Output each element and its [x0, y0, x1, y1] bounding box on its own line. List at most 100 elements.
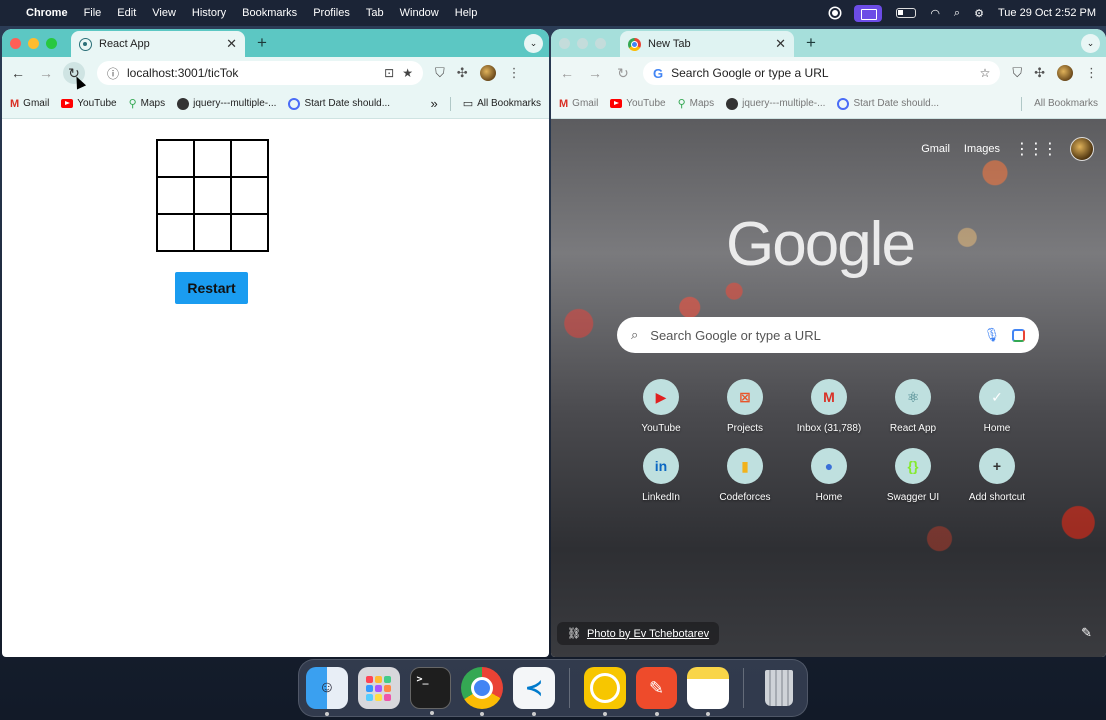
bookmark-maps[interactable]: ⚲ Maps [678, 97, 715, 110]
control-center-icon[interactable]: ⚙ [974, 7, 984, 20]
shortcut-tile[interactable]: + Add shortcut [955, 448, 1039, 503]
tab-react-app[interactable]: React App ✕ [71, 31, 245, 57]
board-cell-6[interactable] [157, 214, 194, 251]
bookmark-youtube[interactable]: YouTube [61, 98, 117, 109]
new-tab-button[interactable]: + [806, 33, 816, 53]
more-bookmarks-chevron-icon[interactable]: » [430, 96, 437, 111]
menu-help[interactable]: Help [455, 7, 478, 19]
battery-icon[interactable] [896, 8, 917, 18]
vscode-icon[interactable]: ≺ [513, 667, 555, 716]
bookmark-youtube[interactable]: YouTube [610, 98, 666, 109]
close-tab-icon[interactable]: ✕ [775, 36, 786, 52]
close-window-button[interactable] [10, 37, 21, 49]
menu-tab[interactable]: Tab [366, 7, 384, 19]
images-link[interactable]: Images [964, 143, 1000, 155]
menu-view[interactable]: View [152, 7, 176, 19]
shortcut-tile[interactable]: M Inbox (31,788) [787, 379, 871, 434]
all-bookmarks-folder[interactable]: All Bookmarks [1034, 98, 1098, 109]
menu-history[interactable]: History [192, 7, 226, 19]
minimize-window-button[interactable] [577, 37, 588, 49]
shortcut-tile[interactable]: ✓ Home [955, 379, 1039, 434]
bookmark-jquery[interactable]: jquery---multiple-... [726, 97, 825, 110]
extensions-puzzle-icon[interactable]: ✣ [457, 65, 468, 81]
menu-profiles[interactable]: Profiles [313, 7, 350, 19]
bookmark-jquery[interactable]: jquery---multiple-... [177, 97, 276, 110]
shortcut-tile[interactable]: ⚛ React App [871, 379, 955, 434]
url-text[interactable]: localhost:3001/ticTok [127, 66, 376, 80]
board-cell-2[interactable] [231, 140, 268, 177]
zoom-window-button[interactable] [595, 37, 606, 49]
tab-search-chevron-icon[interactable]: ⌄ [524, 34, 543, 53]
notes-icon[interactable] [687, 667, 730, 716]
wifi-icon[interactable]: ◠ [930, 7, 940, 20]
board-cell-7[interactable] [194, 214, 231, 251]
chrome-icon[interactable] [461, 667, 504, 716]
menu-file[interactable]: File [84, 7, 102, 19]
board-cell-8[interactable] [231, 214, 268, 251]
profile-avatar[interactable] [1057, 65, 1073, 81]
shortcut-tile[interactable]: ▮ Codeforces [703, 448, 787, 503]
google-search-box[interactable]: ⌕ Search Google or type a URL 🎙 [617, 317, 1039, 353]
bookmark-star-icon[interactable]: ★ [402, 66, 413, 80]
launchpad-icon[interactable] [357, 667, 400, 709]
search-placeholder[interactable]: Search Google or type a URL [650, 328, 971, 343]
extensions-puzzle-icon[interactable]: ✣ [1034, 65, 1045, 81]
restart-button[interactable]: Restart [175, 272, 248, 304]
shield-extension-icon[interactable]: ⛉ [1012, 65, 1022, 81]
close-window-button[interactable] [559, 37, 570, 49]
menu-edit[interactable]: Edit [117, 7, 136, 19]
whatsapp-icon[interactable] [583, 667, 626, 716]
shortcut-tile[interactable]: ⊠ Projects [703, 379, 787, 434]
screen-share-icon[interactable] [854, 4, 883, 22]
google-account-avatar[interactable] [1070, 137, 1094, 161]
omnibox-placeholder[interactable]: Search Google or type a URL [671, 66, 971, 80]
menubar-clock[interactable]: Tue 29 Oct 2:52 PM [998, 7, 1096, 19]
forward-arrow-icon[interactable]: → [38, 65, 54, 81]
tab-search-chevron-icon[interactable]: ⌄ [1081, 34, 1100, 53]
zoom-window-button[interactable] [46, 37, 57, 49]
bookmark-star-icon[interactable]: ☆ [980, 66, 991, 80]
shortcut-tile[interactable]: in LinkedIn [619, 448, 703, 503]
address-bar[interactable]: G Search Google or type a URL ☆ [643, 61, 1001, 85]
shortcut-tile[interactable]: ▶ YouTube [619, 379, 703, 434]
reload-icon[interactable]: ↻ [615, 65, 631, 82]
back-arrow-icon[interactable]: ← [559, 65, 575, 81]
board-cell-4[interactable] [194, 177, 231, 214]
shortcut-tile[interactable]: {} Swagger UI [871, 448, 955, 503]
finder-icon[interactable]: ☺ [306, 667, 348, 716]
terminal-icon[interactable]: >_ [409, 667, 452, 715]
bookmark-maps[interactable]: ⚲ Maps [129, 97, 166, 110]
new-tab-button[interactable]: + [257, 33, 267, 53]
board-cell-1[interactable] [194, 140, 231, 177]
customize-pencil-icon[interactable]: ✎ [1081, 625, 1092, 641]
profile-avatar[interactable] [479, 65, 496, 81]
record-icon[interactable] [830, 8, 841, 18]
shortcut-tile[interactable]: ● Home [787, 448, 871, 503]
site-info-icon[interactable]: ⓘ [107, 65, 119, 82]
install-app-icon[interactable]: ⊡ [384, 66, 394, 80]
address-bar[interactable]: ⓘ localhost:3001/ticTok ⊡ ★ [97, 61, 423, 85]
google-apps-grid-icon[interactable]: ⋮⋮⋮ [1014, 139, 1058, 159]
voice-search-mic-icon[interactable]: 🎙 [983, 327, 1000, 343]
bookmark-gmail[interactable]: M Gmail [10, 98, 49, 110]
trash-icon[interactable] [758, 667, 800, 709]
photo-credit-link[interactable]: ⛓ Photo by Ev Tchebotarev [557, 622, 720, 645]
spotlight-icon[interactable]: ⌕ [954, 7, 960, 20]
menu-window[interactable]: Window [400, 7, 439, 19]
tab-new-tab[interactable]: New Tab ✕ [620, 31, 794, 57]
bookmark-start-date[interactable]: Start Date should... [837, 97, 939, 110]
gmail-link[interactable]: Gmail [921, 143, 950, 155]
board-cell-5[interactable] [231, 177, 268, 214]
shield-extension-icon[interactable]: ⛉ [435, 65, 445, 81]
photo-credit-text[interactable]: Photo by Ev Tchebotarev [587, 628, 709, 640]
back-arrow-icon[interactable]: ← [10, 65, 26, 81]
bookmark-start-date[interactable]: Start Date should... [288, 97, 390, 110]
more-menu-icon[interactable]: ⋮ [508, 65, 521, 81]
more-menu-icon[interactable]: ⋮ [1085, 65, 1098, 81]
forward-arrow-icon[interactable]: → [587, 65, 603, 81]
menu-app-name[interactable]: Chrome [26, 7, 68, 19]
minimize-window-button[interactable] [28, 37, 39, 49]
google-lens-icon[interactable] [1012, 328, 1025, 342]
board-cell-0[interactable] [157, 140, 194, 177]
pen-app-icon[interactable]: ✎ [635, 667, 678, 716]
